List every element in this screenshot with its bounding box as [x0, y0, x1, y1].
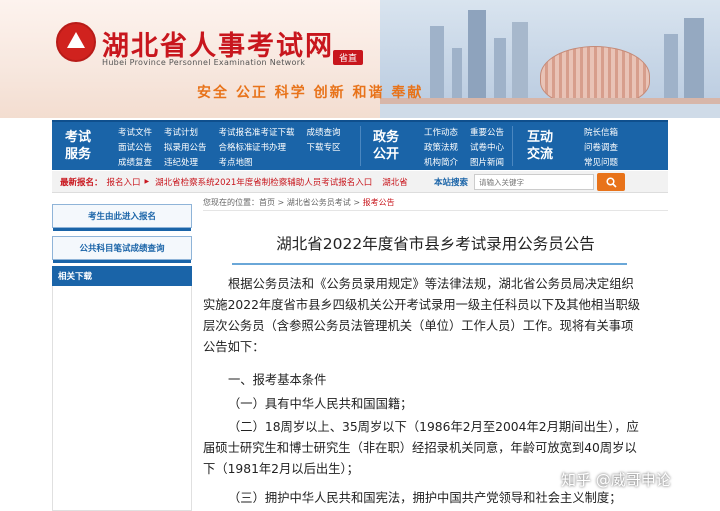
nav-link-exam-map[interactable]: 考点地图: [219, 156, 253, 168]
latest-link[interactable]: 报名入口: [107, 176, 141, 188]
arrow-right-icon: ▶: [144, 178, 150, 185]
nav-category-label: 考试: [64, 130, 91, 145]
nav-link-work-news[interactable]: 工作动态: [424, 126, 458, 138]
breadcrumb-separator: >: [353, 198, 363, 207]
nav-link-interview-notice[interactable]: 面试公告: [118, 141, 152, 153]
article-title: 湖北省2022年度省市县乡考试录用公务员公告: [276, 235, 595, 253]
site-subtitle: Hubei Province Personnel Examination Net…: [102, 58, 306, 67]
article-paragraph: （三）拥护中华人民共和国宪法，拥护中国共产党领导和社会主义制度；: [228, 491, 622, 505]
nav-link-faq[interactable]: 常见问题: [584, 156, 618, 168]
river-image: [380, 104, 720, 118]
zhihu-watermark: 知乎 @威哥申论: [561, 471, 671, 489]
nav-category-label: 公开: [372, 147, 399, 162]
latest-link[interactable]: 湖北省: [382, 176, 408, 188]
nav-links-gov-affairs: 工作动态 重要公告 政策法规 试卷中心 机构简介 图片新闻: [424, 126, 504, 168]
breadcrumb-item[interactable]: 湖北省公务员考试: [287, 198, 351, 207]
latest-link[interactable]: 湖北省检察系统2021年度省制检察辅助人员考试报名入口: [155, 176, 372, 188]
nav-category-label: 政务: [372, 130, 399, 145]
nav-link-registration[interactable]: 考试报名: [219, 126, 253, 138]
nav-category-label: 交流: [526, 147, 553, 162]
nav-link-violations[interactable]: 违纪处理: [164, 156, 207, 168]
breadcrumb-current[interactable]: 报考公告: [363, 198, 395, 207]
title-divider: [232, 263, 627, 265]
site-slogan: 安全 公正 科学 创新 和谐 奉献: [197, 85, 424, 101]
breadcrumb-separator: >: [277, 198, 287, 207]
breadcrumb: 您现在的位置：首页 > 湖北省公务员考试 > 报考公告: [203, 197, 395, 208]
nav-divider: [512, 126, 513, 166]
nav-link-hire-notice[interactable]: 拟录用公告: [164, 141, 207, 153]
nav-link-agency-intro[interactable]: 机构简介: [424, 156, 458, 168]
article-section-heading: 一、报考基本条件: [228, 373, 327, 387]
article-paragraph: 根据公务员法和《公务员录用规定》等法律法规，湖北省公务员局决定组织实施2022年…: [203, 277, 641, 354]
nav-link-exam-files[interactable]: 考试文件: [118, 126, 152, 138]
breadcrumb-divider: [203, 210, 668, 211]
nav-link-downloads[interactable]: 下载专区: [307, 141, 341, 153]
search-button[interactable]: [597, 173, 625, 191]
search-icon: [605, 176, 617, 188]
nav-links-exam-service: 考试文件 考试计划 考试报名 面试公告 拟录用公告 合格标准 成绩复查 违纪处理…: [118, 126, 253, 168]
nav-link-score-query[interactable]: 成绩查询: [307, 126, 341, 138]
candidate-registration-button[interactable]: 考生由此进入报名: [52, 204, 192, 231]
site-banner: 湖北省人事考试网 Hubei Province Personnel Examin…: [0, 0, 720, 118]
nav-link-director-mailbox[interactable]: 院长信箱: [584, 126, 618, 138]
written-score-query-button[interactable]: 公共科目笔试成绩查询: [52, 236, 192, 263]
search-label: 本站搜索: [434, 177, 469, 188]
nav-category-interaction[interactable]: 互动 交流: [516, 122, 564, 170]
related-downloads-list: [52, 286, 192, 511]
nav-link-photo-news[interactable]: 图片新闻: [470, 156, 504, 168]
stadium-image: [540, 46, 650, 106]
nav-category-gov-affairs[interactable]: 政务 公开: [362, 122, 410, 170]
nav-link-pass-standard[interactable]: 合格标准: [219, 141, 253, 153]
nav-link-important-notice[interactable]: 重要公告: [470, 126, 504, 138]
nav-link-score-review[interactable]: 成绩复查: [118, 156, 152, 168]
nav-link-policy[interactable]: 政策法规: [424, 141, 458, 153]
nav-category-label: 服务: [64, 147, 91, 162]
breadcrumb-home[interactable]: 您现在的位置：首页: [203, 198, 275, 207]
site-logo-icon[interactable]: [56, 22, 96, 62]
nav-link-paper-center[interactable]: 试卷中心: [470, 141, 504, 153]
search-input[interactable]: [474, 174, 594, 190]
nav-link-certificate[interactable]: 证书办理: [252, 141, 295, 153]
province-badge[interactable]: 省直: [333, 50, 364, 65]
latest-registration-bar: 最新报名： 报名入口 ▶ 湖北省检察系统2021年度省制检察辅助人员考试报名入口…: [52, 171, 668, 193]
nav-category-exam-service[interactable]: 考试 服务: [54, 122, 102, 170]
article-paragraph: （一）具有中华人民共和国国籍；: [228, 397, 413, 411]
related-downloads-heading: 相关下载: [52, 266, 192, 286]
nav-links-exam-service-2: 准考证下载 成绩查询 证书办理 下载专区: [252, 126, 341, 153]
nav-links-interaction: 院长信箱 问卷调查 常见问题: [584, 126, 618, 168]
main-nav: 考试服务 考试文件 考试计划 考试报名 面试公告 拟录用公告 合格标准 成绩复查…: [52, 120, 668, 170]
nav-link-exam-plan[interactable]: 考试计划: [164, 126, 207, 138]
latest-label: 最新报名：: [60, 177, 103, 188]
nav-divider: [360, 126, 361, 166]
nav-link-survey[interactable]: 问卷调查: [584, 141, 618, 153]
nav-category-label: 互动: [526, 130, 553, 145]
nav-link-admission-download[interactable]: 准考证下载: [252, 126, 295, 138]
